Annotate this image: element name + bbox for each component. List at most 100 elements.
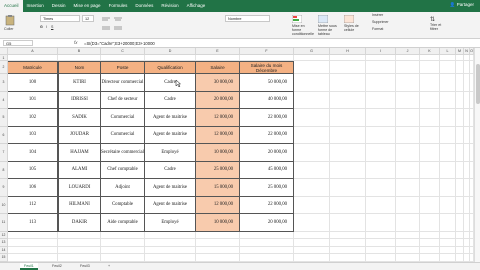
delete-button[interactable]: Supprimer <box>372 20 389 24</box>
table-cell[interactable]: IDRISSI <box>58 91 101 109</box>
table-cell[interactable]: 113 <box>8 214 58 232</box>
sort-filter-button[interactable]: ⇅ Trier et filtrer <box>430 16 450 31</box>
column-header[interactable]: M <box>456 48 464 55</box>
table-cell[interactable]: Agent de maitrise <box>145 179 196 197</box>
table-cell[interactable]: 22 000,00 <box>240 109 294 127</box>
table-cell[interactable]: Cadre <box>145 161 196 179</box>
table-cell[interactable]: Agent de maitrise <box>145 126 196 144</box>
scrollbar-thumb[interactable] <box>476 64 480 104</box>
font-name-select[interactable]: Times <box>40 15 80 22</box>
column-header[interactable]: E <box>196 48 240 55</box>
row-header[interactable]: 8 <box>0 161 8 179</box>
table-cell[interactable]: 103 <box>8 126 58 144</box>
table-cell[interactable]: 22 000,00 <box>240 126 294 144</box>
vertical-scrollbar[interactable] <box>474 48 480 262</box>
table-header-cell[interactable]: Salaire du mois Décembre <box>240 61 294 74</box>
table-cell[interactable]: 112 <box>8 196 58 214</box>
table-cell[interactable]: Commercial <box>101 109 145 127</box>
underline-button[interactable]: S <box>51 25 53 29</box>
table-cell[interactable]: 15 000,00 <box>196 179 240 197</box>
sheet-tab[interactable]: Feuil3 <box>76 263 94 270</box>
ribbon-tab[interactable]: Mise en page <box>70 0 105 12</box>
font-size-select[interactable]: 12 <box>82 15 94 22</box>
table-cell[interactable]: 45 000,00 <box>240 161 294 179</box>
table-cell[interactable]: 20 000,00 <box>196 91 240 109</box>
row-header[interactable]: 10 <box>0 196 8 214</box>
table-cell[interactable]: 102 <box>8 109 58 127</box>
table-cell[interactable]: 30 000,00 <box>196 74 240 92</box>
table-cell[interactable]: Agent de maitrise <box>145 109 196 127</box>
table-header-cell[interactable]: Nom <box>58 61 101 74</box>
row-header[interactable]: 9 <box>0 179 8 197</box>
table-cell[interactable]: Adjoint <box>101 179 145 197</box>
table-cell[interactable]: 50 000,00 <box>240 74 294 92</box>
table-cell[interactable]: 12 000,00 <box>196 126 240 144</box>
table-cell[interactable]: 104 <box>8 144 58 162</box>
row-header[interactable]: 13 <box>0 239 8 247</box>
table-cell[interactable]: Commercial <box>101 126 145 144</box>
table-cell[interactable]: DAKIR <box>58 214 101 232</box>
table-cell[interactable]: Chef comptable <box>101 161 145 179</box>
fx-icon[interactable]: fx <box>74 40 78 45</box>
table-cell[interactable]: Comptable <box>101 196 145 214</box>
share-button[interactable]: 👤 Partager <box>450 2 474 8</box>
ribbon-tab[interactable]: Accueil <box>0 0 23 12</box>
row-header[interactable]: 15 <box>0 254 8 262</box>
row-header[interactable]: 2 <box>0 61 8 74</box>
table-cell[interactable]: 20 000,00 <box>240 144 294 162</box>
table-cell[interactable]: 20 000,00 <box>240 214 294 232</box>
ribbon-tab[interactable]: Dessin <box>48 0 70 12</box>
column-header[interactable]: H <box>330 48 366 55</box>
table-cell[interactable]: 22 000,00 <box>240 196 294 214</box>
table-cell[interactable]: 105 <box>8 161 58 179</box>
column-header[interactable]: C <box>101 48 145 55</box>
format-table-button[interactable]: Mettre sous forme de tableau <box>317 14 340 36</box>
table-cell[interactable]: Directeur commercial <box>101 74 145 92</box>
table-cell[interactable]: Aide comptable <box>101 214 145 232</box>
column-header[interactable]: L <box>440 48 456 55</box>
table-cell[interactable]: HILMANI <box>58 196 101 214</box>
row-header[interactable]: 11 <box>0 214 8 232</box>
column-header[interactable]: D <box>145 48 196 55</box>
row-header[interactable]: 4 <box>0 91 8 109</box>
ribbon-tab[interactable]: Données <box>131 0 157 12</box>
insert-button[interactable]: Insérer <box>372 13 383 17</box>
number-format-select[interactable]: Nombre <box>225 15 270 22</box>
table-cell[interactable]: Employé <box>145 214 196 232</box>
cell-styles-button[interactable]: Styles de cellule <box>343 14 364 32</box>
sheet-tab[interactable]: Feuil1 <box>20 263 38 270</box>
column-header[interactable]: G <box>294 48 330 55</box>
ribbon-tab[interactable]: Révision <box>157 0 182 12</box>
table-cell[interactable]: 40 000,00 <box>240 91 294 109</box>
ribbon-tab[interactable]: Affichage <box>183 0 210 12</box>
table-cell[interactable]: HAJJAM <box>58 144 101 162</box>
table-cell[interactable]: JOUDAR <box>58 126 101 144</box>
row-header[interactable]: 12 <box>0 231 8 239</box>
paste-button[interactable]: Coller <box>4 14 16 31</box>
ribbon-tab[interactable]: Formules <box>105 0 132 12</box>
column-header[interactable]: F <box>240 48 294 55</box>
bold-button[interactable]: G <box>40 25 43 29</box>
ribbon-tab[interactable]: Insertion <box>23 0 48 12</box>
column-header[interactable]: K <box>420 48 440 55</box>
row-header[interactable]: 5 <box>0 109 8 127</box>
table-header-cell[interactable]: Matricule <box>8 61 58 74</box>
table-cell[interactable]: 12 000,00 <box>196 196 240 214</box>
row-header[interactable]: 14 <box>0 246 8 254</box>
italic-button[interactable]: I <box>46 25 47 29</box>
table-cell[interactable]: SADIK <box>58 109 101 127</box>
table-cell[interactable]: LOUARDI <box>58 179 101 197</box>
align-icons[interactable] <box>100 16 170 38</box>
table-cell[interactable]: 10 000,00 <box>196 214 240 232</box>
row-header[interactable]: 7 <box>0 144 8 162</box>
table-cell[interactable]: 100 <box>8 74 58 92</box>
table-cell[interactable]: 12 000,00 <box>196 109 240 127</box>
column-header[interactable]: I <box>366 48 396 55</box>
column-header[interactable]: B <box>58 48 101 55</box>
table-cell[interactable]: Cadre <box>145 91 196 109</box>
formula-input[interactable]: =SI(D3="Cadre";E3+20000;E3+10000 <box>84 41 155 46</box>
table-cell[interactable]: Agent de maitrise <box>145 196 196 214</box>
conditional-format-button[interactable]: Mise en forme conditionnelle <box>291 14 314 36</box>
column-header[interactable]: J <box>396 48 420 55</box>
sheet-tab[interactable]: Feuil2 <box>48 263 66 270</box>
